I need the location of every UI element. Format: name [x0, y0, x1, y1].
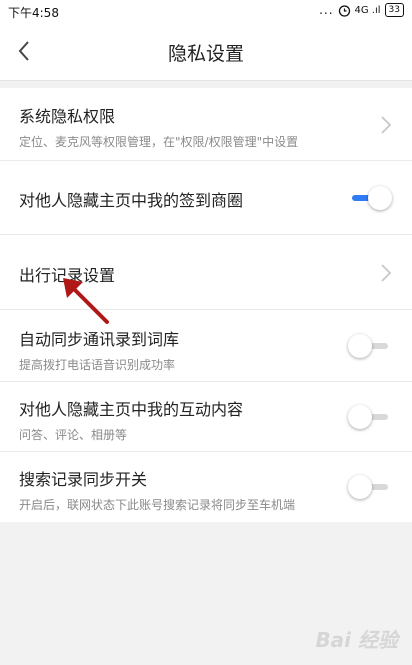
- row-title: 自动同步通讯录到词库: [19, 330, 180, 349]
- watermark: Bai 经验: [315, 628, 398, 652]
- row-title: 出行记录设置: [19, 266, 116, 285]
- more-dots-icon: ...: [319, 3, 334, 17]
- status-bar: 下午4:58 ... 4G .ıl 33: [0, 0, 412, 22]
- battery-icon: 33: [384, 3, 404, 17]
- status-icons: ... 4G .ıl 33: [319, 3, 404, 17]
- settings-list: 系统隐私权限 定位、麦克风等权限管理，在"权限/权限管理"中设置 对他人隐藏主页…: [0, 88, 412, 522]
- alarm-icon: [338, 4, 350, 17]
- row-title: 对他人隐藏主页中我的签到商圈: [19, 191, 244, 210]
- row-title: 对他人隐藏主页中我的互动内容: [19, 400, 244, 419]
- signal-icon: 4G .ıl: [354, 4, 381, 16]
- toggle-hide-interactions[interactable]: [348, 404, 392, 430]
- setting-hide-interactions[interactable]: 对他人隐藏主页中我的互动内容 问答、评论、相册等: [0, 382, 412, 452]
- status-time: 下午4:58: [8, 6, 59, 20]
- setting-search-sync[interactable]: 搜索记录同步开关 开启后，联网状态下此账号搜索记录将同步至车机端: [0, 452, 412, 522]
- row-title: 系统隐私权限: [19, 107, 116, 126]
- chevron-right-icon: [381, 116, 392, 134]
- row-title: 搜索记录同步开关: [19, 470, 148, 489]
- toggle-sync-contacts[interactable]: [348, 333, 392, 359]
- nav-bar: 隐私设置: [0, 22, 412, 81]
- chevron-right-icon: [381, 264, 392, 282]
- setting-sync-contacts[interactable]: 自动同步通讯录到词库 提高拨打电话语音识别成功率: [0, 310, 412, 382]
- setting-travel-records[interactable]: 出行记录设置: [0, 235, 412, 310]
- row-subtitle: 开启后，联网状态下此账号搜索记录将同步至车机端: [19, 498, 296, 512]
- toggle-hide-checkin[interactable]: [348, 185, 392, 211]
- setting-hide-checkin[interactable]: 对他人隐藏主页中我的签到商圈: [0, 161, 412, 235]
- row-subtitle: 问答、评论、相册等: [19, 428, 128, 442]
- setting-system-privacy[interactable]: 系统隐私权限 定位、麦克风等权限管理，在"权限/权限管理"中设置: [0, 88, 412, 161]
- row-subtitle: 提高拨打电话语音识别成功率: [19, 358, 176, 372]
- row-subtitle: 定位、麦克风等权限管理，在"权限/权限管理"中设置: [19, 135, 299, 149]
- page-title: 隐私设置: [167, 43, 244, 65]
- toggle-search-sync[interactable]: [348, 474, 392, 500]
